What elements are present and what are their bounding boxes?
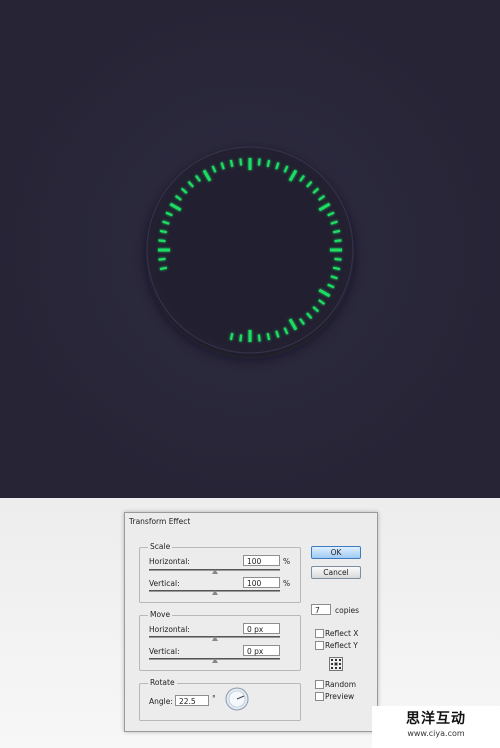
move-vertical-label: Vertical: <box>149 647 180 656</box>
angle-unit: ° <box>212 694 216 703</box>
scale-horizontal-slider-thumb[interactable] <box>212 569 218 574</box>
reflect-y-label: Reflect Y <box>325 641 358 650</box>
scale-vertical-input[interactable]: 100 <box>243 577 280 588</box>
preview-label: Preview <box>325 692 355 701</box>
reference-point-icon[interactable] <box>329 657 343 671</box>
watermark-title: 思洋互动 <box>406 711 466 727</box>
angle-label: Angle: <box>149 697 173 706</box>
copies-input[interactable]: 7 <box>311 604 331 615</box>
minor-tick <box>159 229 168 234</box>
reflect-x-label: Reflect X <box>325 629 359 638</box>
minor-tick <box>257 334 261 342</box>
transform-effect-dialog: Transform Effect Scale Horizontal: 100 %… <box>124 512 378 732</box>
minor-tick <box>158 239 166 243</box>
watermark-url: www.ciya.com <box>407 729 465 738</box>
minor-tick <box>266 159 271 168</box>
move-horizontal-slider-thumb[interactable] <box>212 636 218 641</box>
random-checkbox[interactable] <box>315 680 324 689</box>
angle-dial-icon[interactable] <box>225 687 249 711</box>
preview-checkbox[interactable] <box>315 692 324 701</box>
scale-horizontal-input[interactable]: 100 <box>243 555 280 566</box>
minor-tick <box>229 332 234 341</box>
minor-tick <box>158 257 166 261</box>
minor-tick <box>334 257 342 261</box>
copies-label: copies <box>335 606 360 615</box>
cancel-button[interactable]: Cancel <box>311 566 361 579</box>
minor-tick <box>332 229 341 234</box>
minor-tick <box>332 266 341 271</box>
rotate-label: Rotate <box>148 678 177 687</box>
minor-tick <box>334 239 342 243</box>
scale-vertical-unit: % <box>283 579 291 588</box>
move-vertical-input[interactable]: 0 px <box>243 645 280 656</box>
move-label: Move <box>148 610 173 619</box>
dialog-title: Transform Effect <box>129 517 191 526</box>
scale-horizontal-label: Horizontal: <box>149 557 190 566</box>
move-horizontal-label: Horizontal: <box>149 625 190 634</box>
scale-vertical-slider-thumb[interactable] <box>212 590 218 595</box>
minor-tick <box>159 266 168 271</box>
angle-input[interactable]: 22.5 <box>175 695 209 706</box>
scale-label: Scale <box>148 542 173 551</box>
watermark: 思洋互动 www.ciya.com <box>372 706 500 748</box>
move-horizontal-input[interactable]: 0 px <box>243 623 280 634</box>
minor-tick <box>239 158 243 166</box>
scale-vertical-label: Vertical: <box>149 579 180 588</box>
minor-tick <box>266 332 271 341</box>
reflect-x-checkbox[interactable] <box>315 629 324 638</box>
artwork-canvas <box>0 0 500 498</box>
scale-horizontal-unit: % <box>283 557 291 566</box>
minor-tick <box>229 159 234 168</box>
clock-dial <box>0 0 500 498</box>
move-vertical-slider-thumb[interactable] <box>212 658 218 663</box>
minor-tick <box>257 158 261 166</box>
random-label: Random <box>325 680 357 689</box>
minor-tick <box>239 334 243 342</box>
reflect-y-checkbox[interactable] <box>315 641 324 650</box>
ok-button[interactable]: OK <box>311 546 361 559</box>
